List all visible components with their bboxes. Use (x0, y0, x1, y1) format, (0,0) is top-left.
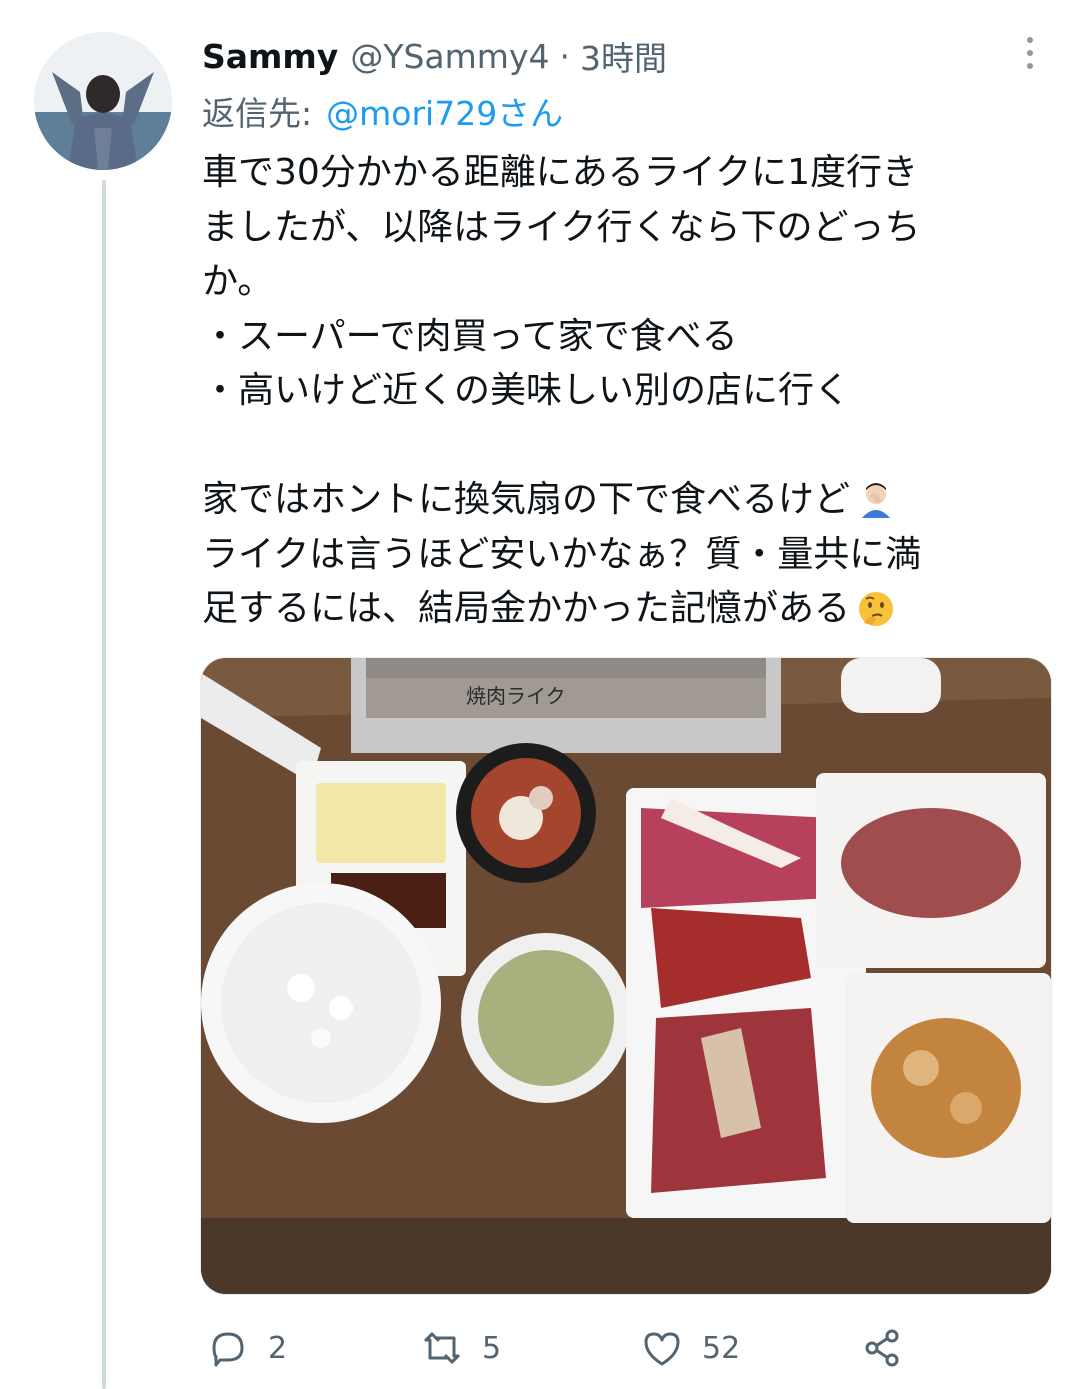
heart-icon (644, 1332, 680, 1366)
reply-button[interactable]: 2 (206, 1318, 287, 1378)
text-line-3: か。 (202, 261, 274, 302)
tweet-text-line: か。 (202, 255, 1052, 310)
thread-line (102, 180, 106, 1389)
reply-icon (212, 1332, 244, 1367)
tweet-actions: 2 5 52 (200, 1318, 1060, 1378)
tweet-text-line (202, 419, 1052, 474)
retweet-button[interactable]: 5 (420, 1318, 501, 1378)
text-line-4: ・スーパーで肉買って家で食べる (202, 315, 738, 357)
more-options-icon[interactable] (1010, 28, 1050, 78)
like-count: 52 (702, 1330, 741, 1366)
text-line-2: ましたが、以降はライク行くなら下のどっち (202, 206, 921, 248)
retweet-count: 5 (482, 1330, 502, 1366)
author-name[interactable]: Sammy (202, 37, 338, 76)
text-line-5: ・高いけど近くの美味しい別の店に行く (202, 370, 851, 411)
share-button[interactable] (860, 1318, 904, 1378)
reply-mention-link[interactable]: @mori729さん (326, 87, 563, 135)
reply-count: 2 (268, 1330, 288, 1366)
like-button[interactable]: 52 (640, 1318, 740, 1378)
tweet-text: 車で30分かかる距離にあるライクに1度行き ましたが、以降はライク行くなら下のど… (202, 146, 1052, 637)
grill-sign-text: 焼肉ライク (466, 684, 566, 708)
reply-label: 返信先: (202, 94, 313, 133)
retweet-icon (424, 1332, 460, 1364)
facepalm-emoji-icon (862, 483, 891, 519)
tweet-text-line: 家ではホントに換気扇の下で食べるけど (202, 473, 1052, 528)
share-icon (865, 1329, 899, 1367)
tweet-text-line: ・高いけど近くの美味しい別の店に行く (202, 364, 1052, 419)
avatar[interactable] (34, 32, 172, 170)
tweet-text-line: 車で30分かかる距離にあるライクに1度行き (202, 146, 1052, 201)
text-line-8: ライクは言うほど安いかなぁ？質・量共に満 (202, 533, 922, 575)
thinking-face-emoji-icon (859, 592, 894, 627)
text-line-7: 家ではホントに換気扇の下で食べるけど (202, 479, 851, 520)
tweet-text-line: ライクは言うほど安いかなぁ？質・量共に満 (202, 528, 1052, 583)
text-line-1: 車で30分かかる距離にあるライクに1度行き (202, 152, 918, 193)
reply-context: 返信先: @mori729さん (202, 86, 563, 136)
tweet-header: Sammy @YSammy4 · 3時間 (202, 28, 667, 84)
tweet-text-line: ましたが、以降はライク行くなら下のどっち (202, 201, 1052, 256)
tweet-text-line: 足するには、結局金かかった記憶がある (202, 582, 1052, 637)
avatar-photo (34, 32, 172, 170)
text-line-9: 足するには、結局金かかった記憶がある (202, 588, 851, 629)
timestamp[interactable]: 3時間 (580, 32, 667, 80)
yakiniku-meal-image: 焼肉ライク (201, 658, 1051, 1294)
tweet-text-line: ・スーパーで肉買って家で食べる (202, 310, 1052, 365)
separator-dot: · (559, 36, 570, 76)
author-handle[interactable]: @YSammy4 (350, 37, 549, 76)
tweet-photo[interactable]: 焼肉ライク (200, 657, 1052, 1295)
